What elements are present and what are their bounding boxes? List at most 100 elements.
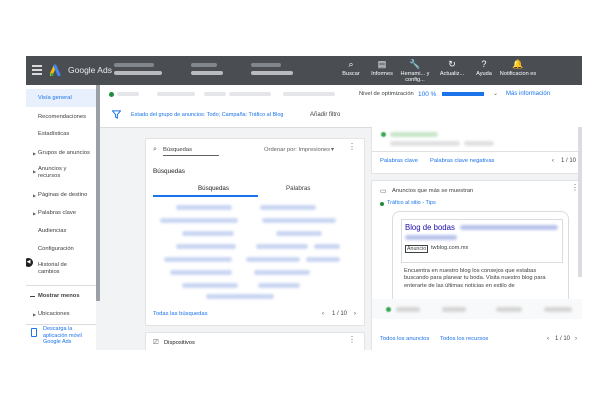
negative-keywords-link[interactable]: Palabras clave negativas [430,158,494,164]
chevron-down-icon[interactable]: ⌄ [493,90,498,97]
brand-name: Google Ads [68,65,112,75]
search-icon: ⌕ [153,146,157,153]
minus-icon [30,296,35,297]
divider [26,324,96,325]
more-vert-icon[interactable]: ⋮ [348,142,356,151]
active-tab-indicator [153,195,258,197]
next-page-icon[interactable]: › [354,311,356,317]
keywords-card: Palabras clave Palabras clave negativas … [371,127,582,174]
show-less-button[interactable]: Mostrar menos [26,289,96,303]
status-dot-icon [380,202,384,206]
ad-metrics-row [372,299,582,319]
expand-arrow-icon: ▶ [33,169,37,174]
expand-arrow-icon: ▶ [33,211,37,216]
tab-words[interactable]: Palabras [286,185,310,192]
sidebar-item-landing-pages[interactable]: ▶ Páginas de destino [26,188,96,202]
app-frame: Google Ads ⌕ Buscar ▤ Informes 🔧 Herrami… [26,56,582,350]
divider [372,151,582,152]
add-filter-button[interactable]: Añadir filtro [310,112,340,118]
tools-icon: 🔧 [409,59,421,69]
ad-description: Encuentra en nuestro blog los consejos q… [404,268,546,289]
expand-arrow-icon: ▶ [33,312,37,317]
card-title: Dispositivos [164,340,195,346]
bell-icon: 🔔 [512,59,524,69]
keywords-link[interactable]: Palabras clave [380,158,418,164]
type-blurred [157,92,195,96]
bid-blurred [204,92,226,96]
status-blurred [117,92,139,96]
account-name-blurred [114,63,154,67]
budget-blurred [283,92,335,96]
all-ads-link[interactable]: Todos los anuncios [380,336,429,342]
campaign-label-blurred [191,63,217,67]
ad-preview-header: Blog de bodas Anuncio twblog.com.mx [401,219,563,263]
search-terms-card: ⌕ Búsquedas Ordenar por: Impresiones ▾ ⋮… [145,138,365,326]
sidebar-item-insights[interactable]: Estadísticas [26,127,96,141]
adgroup-name-blurred [251,71,293,75]
devices-card: ⎚ Dispositivos ⋮ [145,332,365,350]
search-terms-view-label[interactable]: Búsquedas [163,147,192,153]
campaign-link[interactable]: Tráfico al sitio - Tips [387,200,436,206]
more-info-link[interactable]: Más información [506,91,550,97]
active-filter-chip[interactable]: Estado del grupo de anuncios: Todo; Camp… [131,112,283,118]
notifications-button[interactable]: 🔔 Notificacion es [498,59,538,77]
reports-button[interactable]: ▤ Informes [364,59,400,77]
devices-icon: ⎚ [153,339,159,346]
sidebar-item-change-history[interactable]: Historial de cambios [26,260,96,280]
ad-headline[interactable]: Blog de bodas [405,223,455,232]
google-ads-logo [50,64,61,76]
status-row: Nivel de optimización 100 % ⌄ Más inform… [100,85,582,104]
help-icon: ? [481,59,487,69]
all-assets-link[interactable]: Todos los recursos [440,336,488,342]
next-page-icon[interactable]: › [575,336,577,342]
divider [26,285,96,286]
help-button[interactable]: ? Ayuda [466,59,502,77]
sidebar-item-settings[interactable]: Configuración [26,242,96,256]
expand-arrow-icon: ▶ [33,151,37,156]
more-vert-icon[interactable]: ⋮ [348,335,356,344]
refresh-button[interactable]: ↻ Actualiz... [434,59,470,77]
optimization-label: Nivel de optimización [359,91,414,97]
campaign-name-blurred [191,71,223,75]
filter-icon[interactable] [112,110,121,119]
sidebar: Visía general Recomendaciones Estadístic… [26,85,96,350]
sort-dropdown[interactable]: Ordenar por: Impresiones [264,147,330,153]
tools-button[interactable]: 🔧 Herrami... y config... [397,59,433,83]
prev-page-icon[interactable]: ‹ [547,336,549,342]
card-title: Búsquedas [153,168,185,175]
ad-url: twblog.com.mx [431,245,469,251]
optimization-progress-bar [442,92,484,96]
pagination-label: 1 / 10 [555,336,571,342]
underline [163,155,219,156]
all-searches-link[interactable]: Todas las búsquedas [153,311,207,317]
sidebar-item-ads-assets[interactable]: ▶ Anuncios y recursos [26,164,96,184]
menu-icon[interactable] [32,65,42,75]
tab-searches[interactable]: Búsquedas [198,185,229,192]
sidebar-item-audiences[interactable]: Audiencias [26,224,96,238]
sidebar-item-placements[interactable]: ▶ Ubicaciones [26,307,96,321]
sidebar-item-keywords[interactable]: ▶ Palabras clave [26,206,96,220]
dropdown-arrow-icon: ▾ [331,147,335,153]
ad-preview: Blog de bodas Anuncio twblog.com.mx Encu… [392,211,569,300]
sidebar-item-ad-groups[interactable]: ▶ Grupos de anuncios [26,146,96,160]
sidebar-item-overview[interactable]: Visía general [26,89,96,107]
top-bar: Google Ads ⌕ Buscar ▤ Informes 🔧 Herrami… [26,56,582,85]
account-id-blurred [114,71,162,75]
ad-badge: Anuncio [405,245,429,253]
pagination-label: 1 / 10 [332,311,348,317]
target-blurred [229,92,271,96]
page-scrollbar[interactable] [578,127,582,277]
pagination-label: 1 / 10 [561,158,577,164]
prev-page-icon[interactable]: ‹ [552,158,554,164]
sidebar-item-recommendations[interactable]: Recomendaciones [26,110,96,124]
prev-page-icon[interactable]: ‹ [322,311,324,317]
optimization-value: 100 % [418,91,437,98]
status-dot-icon [109,92,114,97]
card-title: Anuncios que más se muestran [392,188,474,194]
ads-icon: ▭ [380,188,387,195]
reports-icon: ▤ [377,59,387,69]
top-ads-card: ▭ Anuncios que más se muestran ⋮ Tráfico… [371,180,582,350]
refresh-icon: ↻ [448,59,456,69]
adgroup-label-blurred [251,63,281,67]
expand-arrow-icon: ▶ [33,193,37,198]
